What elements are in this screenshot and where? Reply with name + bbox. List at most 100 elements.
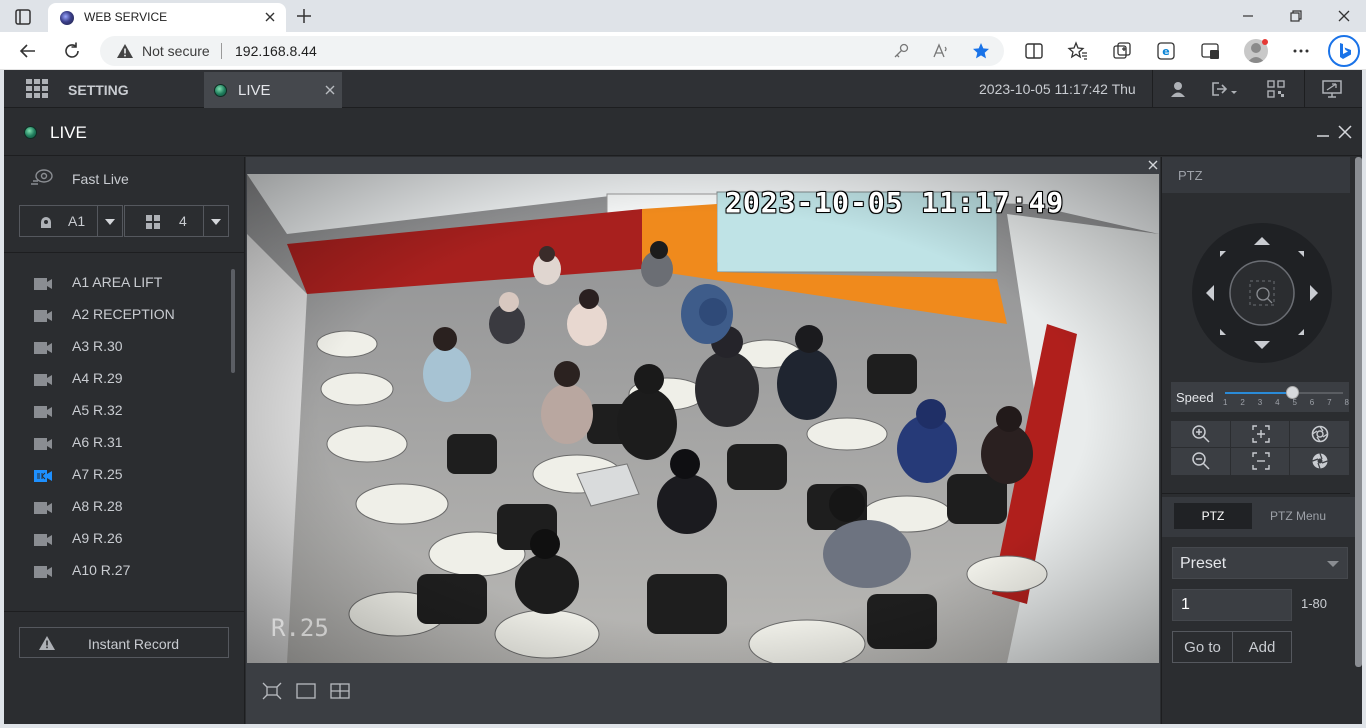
tab-ptz[interactable]: PTZ (1174, 503, 1252, 529)
ptz-tabs: PTZ PTZ Menu (1162, 497, 1362, 537)
tab-live[interactable]: LIVE (204, 72, 342, 108)
read-aloud-icon[interactable] (932, 42, 950, 60)
camera-list-item[interactable]: A6 R.31 (4, 427, 229, 459)
ptz-panel-header: PTZ (1162, 157, 1350, 193)
main-menu-grid-icon[interactable] (26, 79, 48, 99)
chevron-down-icon[interactable] (211, 218, 221, 226)
camera-list-item[interactable]: A2 RECEPTION (4, 299, 229, 331)
close-video-icon[interactable] (1148, 160, 1158, 170)
new-tab-icon[interactable] (294, 6, 314, 26)
camera-label: A7 R.25 (72, 466, 123, 482)
favorites-icon[interactable] (1067, 40, 1089, 62)
fit-window-icon[interactable] (262, 682, 282, 700)
camera-list-item[interactable]: A9 R.26 (4, 523, 229, 555)
tab-close-icon[interactable] (262, 9, 278, 25)
warning-icon[interactable] (116, 43, 134, 59)
camera-icon (34, 278, 52, 290)
app-available-icon[interactable] (1199, 40, 1221, 62)
favorite-star-icon[interactable] (972, 42, 990, 60)
camera-label: A10 R.27 (72, 562, 131, 578)
camera-list-item[interactable]: A10 R.27 (4, 555, 229, 587)
camera-label: A9 R.26 (72, 530, 123, 546)
camera-list-item[interactable]: A5 R.32 (4, 395, 229, 427)
ptz-panel-scrollbar[interactable] (1355, 157, 1362, 667)
camera-list-item[interactable]: A8 R.28 (4, 491, 229, 523)
chevron-down-icon[interactable] (105, 218, 115, 226)
browser-tabstrip: WEB SERVICE (0, 0, 1366, 32)
bing-copilot-icon[interactable] (1328, 35, 1360, 67)
fast-live-icon[interactable] (30, 168, 54, 188)
camera-list-panel: Fast Live A1 4 A1 AREA LIFT A2 RECEPTION A… (4, 157, 245, 724)
setting-nav-label[interactable]: SETTING (68, 82, 129, 98)
instant-record-button[interactable]: Instant Record (19, 627, 229, 658)
ptz-direction-dial[interactable] (1192, 223, 1332, 363)
chevron-down-icon[interactable] (1327, 560, 1339, 568)
tab-ptz-menu[interactable]: PTZ Menu (1270, 509, 1326, 523)
iris-close-icon[interactable] (1310, 451, 1330, 471)
qr-code-icon[interactable] (1266, 80, 1286, 98)
minimize-panel-icon[interactable] (1316, 125, 1330, 139)
live-tab-label: LIVE (238, 82, 271, 99)
back-icon[interactable] (17, 40, 39, 62)
camera-list-item[interactable]: A4 R.29 (4, 363, 229, 395)
ptz-speed-control: Speed 1 2 3 4 5 6 7 8 (1171, 382, 1349, 412)
security-status[interactable]: Not secure (142, 43, 210, 59)
layout-grid-icon (145, 214, 161, 230)
tab-ptz-label: PTZ (1201, 509, 1225, 523)
refresh-icon[interactable] (61, 40, 83, 62)
camera-list-item[interactable]: A3 R.30 (4, 331, 229, 363)
split-screen-icon[interactable] (1023, 40, 1045, 62)
camera-video-feed[interactable]: 2023-10-05 11:17:49 R.25 (247, 174, 1159, 663)
camera-list-scrollbar[interactable] (231, 269, 235, 373)
quad-view-icon[interactable] (330, 682, 350, 700)
camera-list-item[interactable]: A1 AREA LIFT (4, 267, 229, 299)
camera-icon (34, 534, 52, 546)
url-text[interactable]: 192.168.8.44 (235, 43, 317, 59)
key-icon[interactable] (892, 42, 910, 60)
add-preset-button[interactable]: Add (1232, 631, 1292, 663)
browser-toolbar: Not secure 192.168.8.44 e (0, 32, 1366, 70)
window-minimize-icon[interactable] (1240, 8, 1256, 24)
address-bar[interactable]: Not secure 192.168.8.44 (100, 36, 1004, 66)
goto-preset-button[interactable]: Go to (1172, 631, 1233, 663)
iris-open-icon[interactable] (1310, 424, 1330, 444)
video-view-area: 2023-10-05 11:17:49 R.25 (246, 157, 1160, 724)
camera-label: A8 R.28 (72, 498, 123, 514)
app-top-bar: SETTING LIVE 2023-10-05 11:17:42 Thu (4, 70, 1362, 108)
preset-number-input[interactable] (1172, 589, 1292, 621)
browser-tab[interactable]: WEB SERVICE (48, 3, 286, 32)
layout-select[interactable]: 4 (124, 205, 229, 237)
fast-live-label[interactable]: Fast Live (72, 171, 129, 187)
ie-mode-icon[interactable]: e (1155, 40, 1177, 62)
window-close-icon[interactable] (1336, 8, 1352, 24)
divider (1230, 421, 1231, 475)
channel-select[interactable]: A1 (19, 205, 123, 237)
instant-record-label: Instant Record (88, 636, 180, 652)
preset-select[interactable]: Preset (1172, 547, 1348, 579)
close-panel-icon[interactable] (1338, 125, 1352, 139)
focus-far-icon[interactable] (1251, 451, 1271, 471)
user-icon[interactable] (1168, 80, 1188, 98)
collections-icon[interactable] (1111, 40, 1133, 62)
close-live-tab-icon[interactable] (324, 84, 336, 96)
more-options-icon[interactable] (1290, 40, 1312, 62)
single-view-icon[interactable] (296, 682, 316, 700)
logout-icon[interactable] (1210, 80, 1238, 98)
address-separator (221, 43, 222, 59)
speed-tick-labels: 1 2 3 4 5 6 7 8 (1223, 398, 1349, 408)
focus-near-icon[interactable] (1251, 424, 1271, 444)
zoom-out-icon[interactable] (1191, 451, 1211, 471)
ptz-panel-title: PTZ (1178, 168, 1203, 183)
window-restore-icon[interactable] (1288, 8, 1304, 24)
divider (4, 611, 244, 612)
zoom-in-icon[interactable] (1191, 424, 1211, 444)
select-divider (97, 206, 98, 236)
channel-select-value: A1 (68, 213, 86, 229)
speed-tick-label: 4 (1275, 398, 1280, 407)
tab-actions-icon[interactable] (8, 6, 36, 28)
camera-label: A2 RECEPTION (72, 306, 175, 322)
camera-label: A5 R.32 (72, 402, 123, 418)
fullscreen-display-icon[interactable] (1322, 80, 1342, 98)
nav-divider (1304, 70, 1305, 108)
camera-list-item[interactable]: A7 R.25 (4, 459, 229, 491)
